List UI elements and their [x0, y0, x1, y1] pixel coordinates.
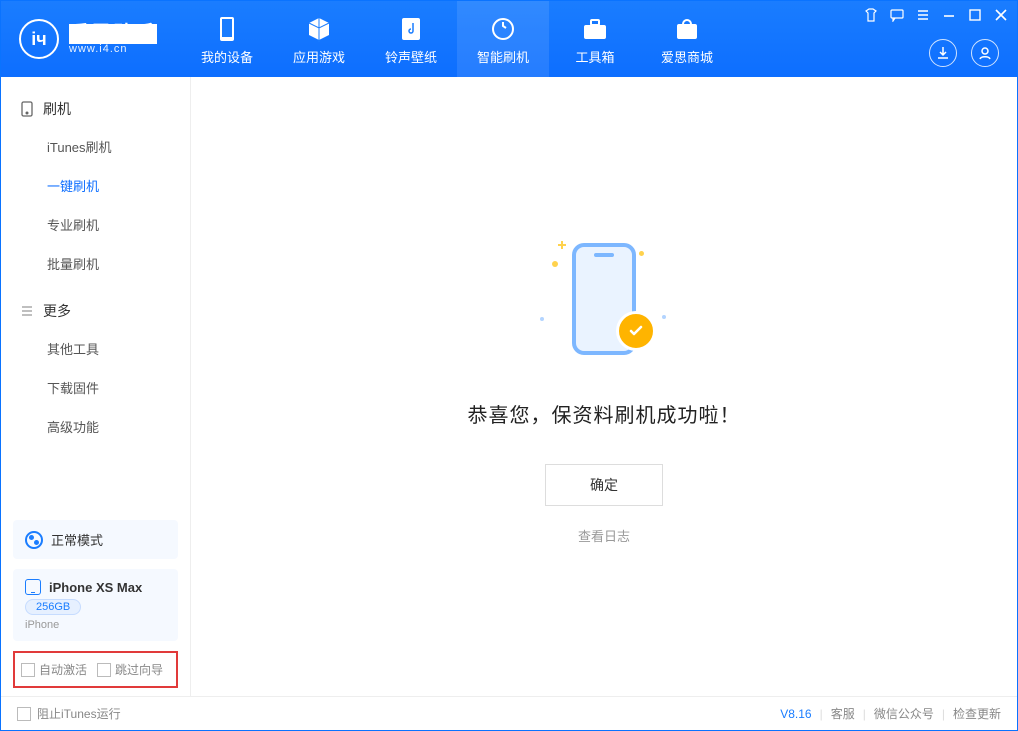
cube-icon — [306, 16, 332, 42]
nav-label: 爱思商城 — [661, 47, 713, 66]
body: 刷机 iTunes刷机 一键刷机 专业刷机 批量刷机 更多 其他工具 下载固件 … — [1, 77, 1017, 696]
opt-block-itunes[interactable]: 阻止iTunes运行 — [17, 705, 121, 722]
nav-label: 应用游戏 — [293, 47, 345, 66]
device-sub: iPhone — [25, 619, 59, 631]
nav-ringtones[interactable]: 铃声壁纸 — [365, 1, 457, 77]
sidebar-item-oneclick-flash[interactable]: 一键刷机 — [1, 166, 190, 205]
success-message: 恭喜您，保资料刷机成功啦！ — [468, 399, 741, 428]
titlebar: iч 爱思助手 www.i4.cn 我的设备 应用游戏 — [1, 1, 1017, 77]
sidebar-header-label: 刷机 — [43, 99, 71, 119]
store-icon — [674, 16, 700, 42]
device-icon — [25, 579, 41, 595]
sidebar-item-itunes-flash[interactable]: iTunes刷机 — [1, 127, 190, 166]
sparkle-icon — [662, 315, 666, 319]
footer-support[interactable]: 客服 — [831, 705, 855, 722]
device-card[interactable]: iPhone XS Max 256GB iPhone — [13, 569, 178, 641]
device-name: iPhone XS Max — [49, 580, 142, 595]
opt-skip-guide[interactable]: 跳过向导 — [97, 661, 163, 678]
success-graphic — [534, 229, 674, 369]
music-icon — [398, 16, 424, 42]
device-row: iPhone XS Max — [25, 579, 142, 595]
nav-toolbox[interactable]: 工具箱 — [549, 1, 641, 77]
logo-block: iч 爱思助手 www.i4.cn — [1, 1, 181, 77]
logo-icon: iч — [19, 19, 59, 59]
checkbox-icon — [17, 707, 31, 721]
nav-store[interactable]: 爱思商城 — [641, 1, 733, 77]
sidebar-item-other-tools[interactable]: 其他工具 — [1, 329, 190, 368]
feedback-icon[interactable] — [889, 7, 905, 23]
opt-auto-activate[interactable]: 自动激活 — [21, 661, 87, 678]
toolbox-icon — [582, 16, 608, 42]
sidebar-item-batch-flash[interactable]: 批量刷机 — [1, 244, 190, 283]
nav-smart-flash[interactable]: 智能刷机 — [457, 1, 549, 77]
nav-label: 工具箱 — [575, 47, 614, 66]
menu-icon[interactable] — [915, 7, 931, 23]
storage-badge: 256GB — [25, 599, 81, 615]
close-icon[interactable] — [993, 7, 1009, 23]
mode-label: 正常模式 — [51, 530, 103, 549]
top-nav: 我的设备 应用游戏 铃声壁纸 智能刷机 — [181, 1, 733, 77]
account-controls — [929, 39, 999, 67]
maximize-icon[interactable] — [967, 7, 983, 23]
main-panel: 恭喜您，保资料刷机成功啦！ 确定 查看日志 — [191, 77, 1017, 696]
nav-label: 智能刷机 — [477, 47, 529, 66]
nav-apps-games[interactable]: 应用游戏 — [273, 1, 365, 77]
shirt-icon[interactable] — [863, 7, 879, 23]
minimize-icon[interactable] — [941, 7, 957, 23]
list-icon — [19, 303, 35, 319]
footer-wechat[interactable]: 微信公众号 — [874, 705, 934, 722]
device-icon — [214, 16, 240, 42]
phone-icon — [19, 101, 35, 117]
checkbox-icon — [97, 663, 111, 677]
sidebar: 刷机 iTunes刷机 一键刷机 专业刷机 批量刷机 更多 其他工具 下载固件 … — [1, 77, 191, 696]
nav-my-device[interactable]: 我的设备 — [181, 1, 273, 77]
sidebar-item-download-firmware[interactable]: 下载固件 — [1, 368, 190, 407]
sparkle-icon — [540, 317, 544, 321]
checkbox-icon — [21, 663, 35, 677]
ok-button[interactable]: 确定 — [545, 464, 663, 506]
mode-card[interactable]: 正常模式 — [13, 520, 178, 559]
sparkle-icon — [639, 251, 644, 256]
user-icon[interactable] — [971, 39, 999, 67]
sidebar-header-label: 更多 — [43, 301, 71, 321]
sidebar-flash-list: iTunes刷机 一键刷机 专业刷机 批量刷机 — [1, 127, 190, 283]
mode-icon — [25, 531, 43, 549]
sparkle-icon — [558, 241, 566, 249]
nav-label: 我的设备 — [201, 47, 253, 66]
sidebar-item-advanced[interactable]: 高级功能 — [1, 407, 190, 446]
sidebar-header-more: 更多 — [1, 293, 190, 329]
refresh-icon — [490, 16, 516, 42]
sidebar-more-list: 其他工具 下载固件 高级功能 — [1, 329, 190, 446]
app-url: www.i4.cn — [69, 44, 157, 55]
footer-right: V8.16 | 客服 | 微信公众号 | 检查更新 — [780, 705, 1001, 722]
nav-label: 铃声壁纸 — [385, 47, 437, 66]
footer: 阻止iTunes运行 V8.16 | 客服 | 微信公众号 | 检查更新 — [1, 696, 1017, 730]
app-name: 爱思助手 — [69, 24, 157, 44]
app-window: iч 爱思助手 www.i4.cn 我的设备 应用游戏 — [0, 0, 1018, 731]
sidebar-item-pro-flash[interactable]: 专业刷机 — [1, 205, 190, 244]
footer-update[interactable]: 检查更新 — [953, 705, 1001, 722]
logo-text: 爱思助手 www.i4.cn — [69, 24, 157, 55]
download-icon[interactable] — [929, 39, 957, 67]
sparkle-icon — [552, 261, 558, 267]
version-label[interactable]: V8.16 — [780, 707, 811, 721]
options-box: 自动激活 跳过向导 — [13, 651, 178, 688]
sidebar-header-flash: 刷机 — [1, 91, 190, 127]
view-log-link[interactable]: 查看日志 — [578, 526, 630, 545]
check-badge-icon — [616, 311, 656, 351]
